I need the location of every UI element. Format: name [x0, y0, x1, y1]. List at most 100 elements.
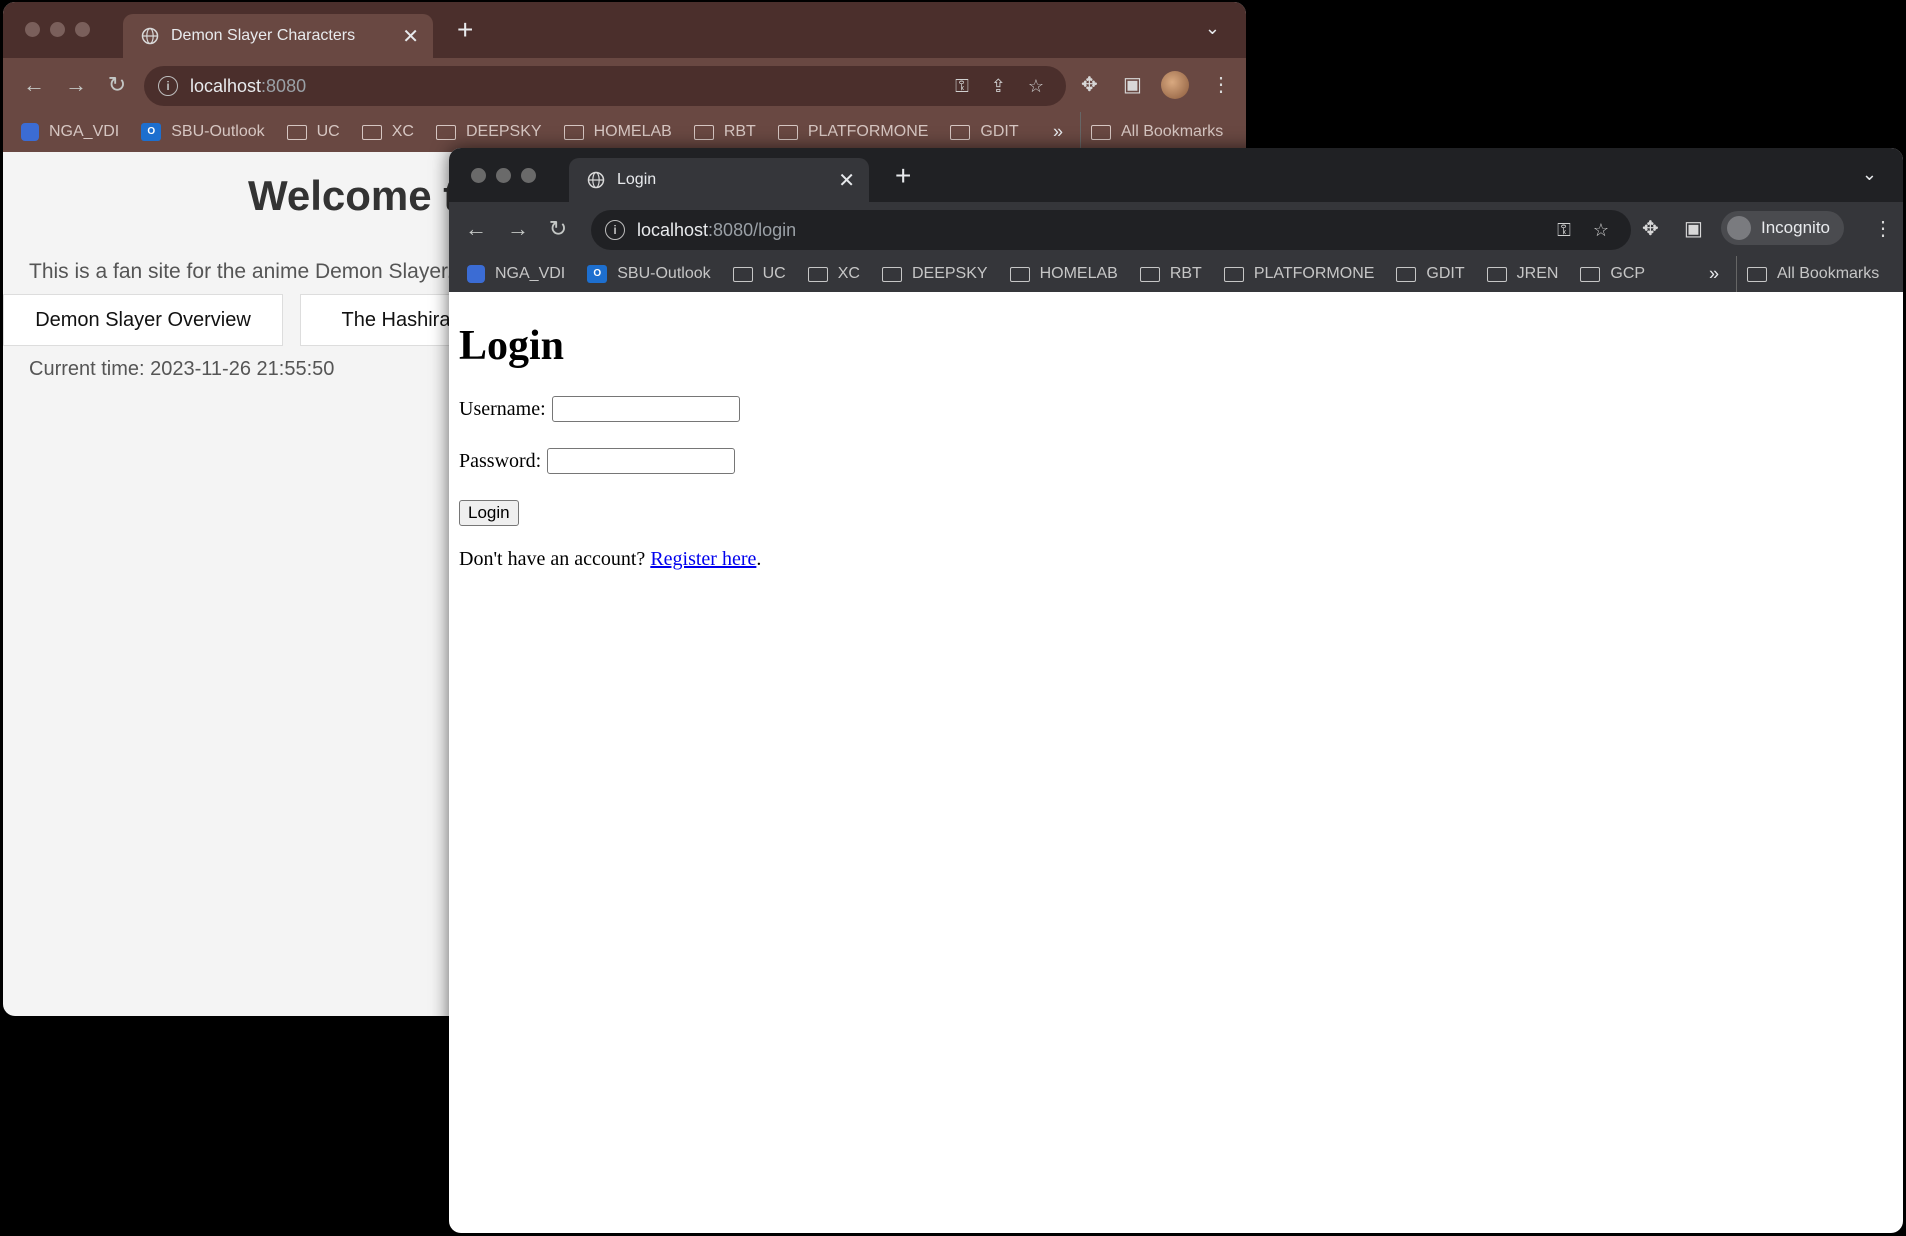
side-panel-icon[interactable]: ▣	[1684, 216, 1703, 241]
avatar[interactable]	[1161, 71, 1189, 99]
bookmark-xc[interactable]: XC	[361, 123, 414, 141]
star-icon[interactable]: ☆	[1593, 220, 1609, 241]
bookmark-nga-vdi[interactable]: NGA_VDI	[467, 265, 565, 283]
bookmark-label: DEEPSKY	[465, 123, 542, 140]
side-panel-icon[interactable]: ▣	[1123, 72, 1142, 97]
bookmark-label: UC	[316, 123, 340, 140]
bookmark-homelab[interactable]: HOMELAB	[563, 123, 672, 141]
bookmark-gdit[interactable]: GDIT	[950, 123, 1019, 141]
bookmarks-bar: NGA_VDI O SBU-Outlook UC XC DEEPSKY HOMELAB RBT…	[3, 112, 1246, 152]
login-button[interactable]: Login	[459, 500, 519, 526]
incognito-icon	[1727, 216, 1751, 240]
minimize-window-button[interactable]	[496, 168, 511, 183]
bookmark-rbt[interactable]: RBT	[1139, 265, 1202, 283]
key-icon[interactable]: ⚿	[1557, 220, 1571, 241]
bookmark-sbu-outlook[interactable]: O SBU-Outlook	[587, 265, 711, 283]
info-icon[interactable]: i	[605, 220, 625, 240]
bookmark-homelab[interactable]: HOMELAB	[1009, 265, 1118, 283]
folder-icon	[1580, 266, 1601, 282]
vdi-icon	[21, 123, 39, 141]
folder-icon	[881, 266, 902, 282]
bookmark-gcp[interactable]: GCP	[1580, 265, 1645, 283]
forward-icon[interactable]: →	[63, 72, 89, 98]
bookmark-uc[interactable]: UC	[732, 265, 786, 283]
outlook-icon: O	[587, 265, 608, 283]
bookmark-label: SBU-Outlook	[617, 265, 711, 282]
bookmark-label: JREN	[1516, 265, 1559, 282]
password-input[interactable]	[547, 448, 736, 474]
info-icon[interactable]: i	[158, 76, 178, 96]
more-bookmarks-icon[interactable]: »	[1053, 122, 1063, 143]
close-tab-icon[interactable]: ✕	[402, 24, 419, 49]
tab-demon-slayer-characters[interactable]: Demon Slayer Characters ✕	[123, 14, 433, 58]
extensions-icon[interactable]: ✥	[1081, 72, 1098, 97]
bookmark-label: PLATFORMONE	[807, 123, 929, 140]
password-label: Password:	[459, 449, 542, 472]
minimize-window-button[interactable]	[50, 22, 65, 37]
bookmark-nga-vdi[interactable]: NGA_VDI	[21, 123, 119, 141]
bookmark-rbt[interactable]: RBT	[693, 123, 756, 141]
window-controls[interactable]	[25, 22, 90, 37]
reload-icon[interactable]: ↻	[545, 216, 571, 242]
star-icon[interactable]: ☆	[1028, 76, 1044, 97]
back-icon[interactable]: ←	[21, 72, 47, 98]
bookmark-label: UC	[762, 265, 786, 282]
bookmark-uc[interactable]: UC	[286, 123, 340, 141]
folder-icon	[1009, 266, 1030, 282]
folder-icon	[950, 124, 971, 140]
new-tab-icon[interactable]: +	[457, 14, 473, 46]
bookmark-platformone[interactable]: PLATFORMONE	[777, 123, 929, 141]
all-bookmarks[interactable]: All Bookmarks	[1080, 112, 1223, 152]
address-bar[interactable]: i localhost:8080/login ⚿ ☆	[591, 210, 1631, 250]
bookmark-label: PLATFORMONE	[1253, 265, 1375, 282]
more-bookmarks-icon[interactable]: »	[1709, 264, 1719, 285]
reload-icon[interactable]: ↻	[104, 72, 130, 98]
bookmark-label: GDIT	[980, 123, 1019, 140]
close-window-button[interactable]	[25, 22, 40, 37]
window-controls[interactable]	[471, 168, 536, 183]
chevron-down-icon[interactable]: ⌄	[1862, 164, 1877, 185]
bookmark-label: RBT	[1169, 265, 1202, 282]
folder-icon	[1396, 266, 1417, 282]
menu-icon[interactable]: ⋮	[1873, 216, 1893, 241]
register-link[interactable]: Register here	[650, 548, 756, 571]
folder-icon	[361, 124, 382, 140]
all-bookmarks[interactable]: All Bookmarks	[1736, 256, 1879, 292]
key-icon[interactable]: ⚿	[955, 76, 969, 97]
new-tab-icon[interactable]: +	[895, 160, 911, 192]
bookmark-deepsky[interactable]: DEEPSKY	[435, 123, 542, 141]
url-text: localhost:8080	[190, 76, 955, 97]
folder-icon	[693, 124, 714, 140]
address-bar[interactable]: i localhost:8080 ⚿ ⇪ ☆	[144, 66, 1066, 106]
bookmark-gdit[interactable]: GDIT	[1396, 265, 1465, 283]
bookmark-deepsky[interactable]: DEEPSKY	[881, 265, 988, 283]
tab-title: Demon Slayer Characters	[171, 27, 356, 44]
chevron-down-icon[interactable]: ⌄	[1205, 18, 1220, 39]
menu-icon[interactable]: ⋮	[1211, 72, 1231, 97]
register-suffix: .	[756, 548, 762, 570]
username-input[interactable]	[551, 396, 740, 422]
tab-login[interactable]: Login ✕	[569, 158, 869, 202]
url-path: :8080/login	[708, 219, 797, 240]
share-icon[interactable]: ⇪	[991, 76, 1006, 97]
bookmark-xc[interactable]: XC	[807, 265, 860, 283]
login-row: Login	[459, 500, 519, 526]
bookmark-jren[interactable]: JREN	[1486, 265, 1559, 283]
tab-strip: Demon Slayer Characters ✕ + ⌄	[3, 2, 1246, 58]
close-window-button[interactable]	[471, 168, 486, 183]
overview-button[interactable]: Demon Slayer Overview	[3, 294, 283, 346]
folder-icon	[1091, 124, 1111, 140]
username-row: Username:	[459, 396, 740, 422]
bookmark-label: DEEPSKY	[911, 265, 988, 282]
forward-icon[interactable]: →	[505, 216, 531, 242]
incognito-indicator[interactable]: Incognito	[1721, 211, 1844, 245]
url-host: localhost	[190, 75, 262, 96]
close-tab-icon[interactable]: ✕	[838, 168, 855, 193]
bookmark-platformone[interactable]: PLATFORMONE	[1223, 265, 1375, 283]
back-icon[interactable]: ←	[463, 216, 489, 242]
bookmark-sbu-outlook[interactable]: O SBU-Outlook	[141, 123, 265, 141]
bookmark-label: XC	[391, 123, 414, 140]
maximize-window-button[interactable]	[521, 168, 536, 183]
maximize-window-button[interactable]	[75, 22, 90, 37]
extensions-icon[interactable]: ✥	[1642, 216, 1659, 241]
